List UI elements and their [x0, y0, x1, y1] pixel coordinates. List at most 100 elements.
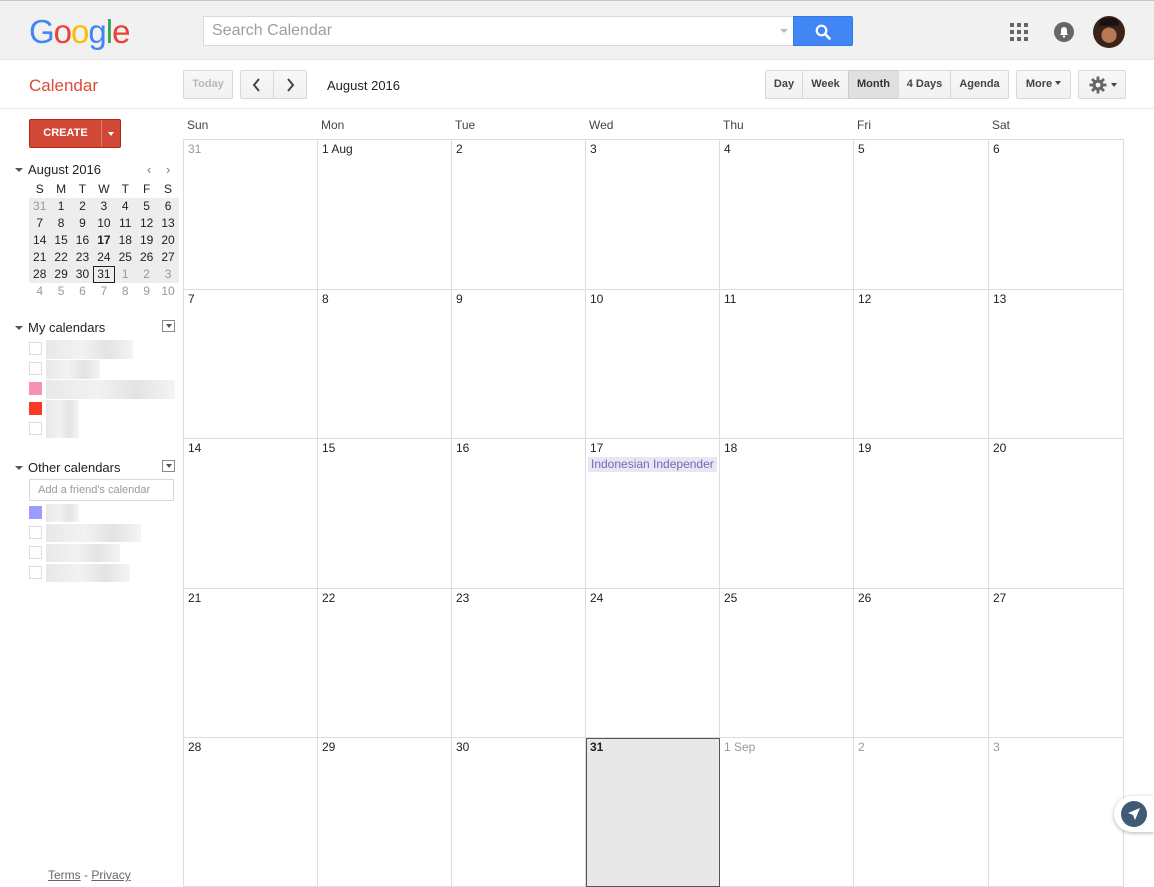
- day-number[interactable]: 16: [456, 441, 469, 455]
- day-number[interactable]: 13: [993, 292, 1006, 306]
- mini-day[interactable]: 4: [115, 198, 136, 215]
- other-calendars-menu-chevron-down-icon[interactable]: [162, 460, 175, 472]
- mini-day[interactable]: 4: [29, 283, 50, 300]
- day-number[interactable]: 4: [724, 142, 731, 156]
- mini-day[interactable]: 9: [72, 215, 93, 232]
- day-number[interactable]: 22: [322, 591, 335, 605]
- day-number[interactable]: 18: [724, 441, 737, 455]
- mini-day[interactable]: 5: [136, 198, 157, 215]
- day-number[interactable]: 3: [590, 142, 597, 156]
- day-number[interactable]: 25: [724, 591, 737, 605]
- search-input[interactable]: [204, 17, 764, 45]
- add-friend-calendar-input[interactable]: [29, 479, 174, 501]
- mini-day[interactable]: 6: [72, 283, 93, 300]
- day-cell[interactable]: 17 Indonesian Independer: [586, 439, 720, 589]
- day-cell[interactable]: 23: [452, 589, 586, 738]
- day-cell[interactable]: 24: [586, 589, 720, 738]
- day-number[interactable]: 15: [322, 441, 335, 455]
- mini-day[interactable]: 24: [93, 249, 114, 266]
- day-number[interactable]: 11: [724, 292, 736, 306]
- avatar[interactable]: [1093, 16, 1125, 48]
- other-calendars-header[interactable]: Other calendars: [15, 460, 175, 476]
- day-cell[interactable]: 1 Sep: [720, 738, 854, 887]
- day-cell[interactable]: 3: [586, 140, 720, 290]
- notifications-bell-icon[interactable]: [1054, 22, 1074, 42]
- day-cell[interactable]: 26: [854, 589, 989, 738]
- day-cell[interactable]: 5: [854, 140, 989, 290]
- day-cell[interactable]: 6: [989, 140, 1124, 290]
- day-number[interactable]: 7: [188, 292, 195, 306]
- day-cell[interactable]: 20: [989, 439, 1124, 589]
- day-number[interactable]: 3: [993, 740, 1000, 754]
- day-cell[interactable]: 21: [184, 589, 318, 738]
- mini-day[interactable]: 2: [136, 266, 157, 283]
- previous-button[interactable]: [240, 70, 274, 99]
- mini-day[interactable]: 8: [50, 215, 71, 232]
- day-cell[interactable]: 13: [989, 290, 1124, 439]
- mini-day[interactable]: 1: [115, 266, 136, 283]
- mini-day[interactable]: 18: [115, 232, 136, 249]
- day-number[interactable]: 27: [993, 591, 1006, 605]
- day-number[interactable]: 24: [590, 591, 603, 605]
- calendar-color-checkbox[interactable]: [29, 526, 42, 539]
- my-calendars-menu-chevron-down-icon[interactable]: [162, 320, 175, 332]
- day-cell[interactable]: 12: [854, 290, 989, 439]
- day-cell[interactable]: 9: [452, 290, 586, 439]
- day-cell[interactable]: 28: [184, 738, 318, 887]
- day-number[interactable]: 19: [858, 441, 871, 455]
- floating-action-button[interactable]: [1114, 796, 1154, 832]
- mini-day[interactable]: 9: [136, 283, 157, 300]
- event-chip[interactable]: Indonesian Independer: [588, 457, 717, 472]
- more-button[interactable]: More: [1016, 70, 1071, 99]
- mini-day[interactable]: 20: [157, 232, 178, 249]
- calendar-color-checkbox[interactable]: [29, 546, 42, 559]
- calendar-color-checkbox[interactable]: [29, 506, 42, 519]
- mini-day[interactable]: 10: [157, 283, 178, 300]
- view-agenda-button[interactable]: Agenda: [950, 70, 1009, 99]
- day-cell[interactable]: 11: [720, 290, 854, 439]
- day-number[interactable]: 2: [858, 740, 865, 754]
- mini-day[interactable]: 28: [29, 266, 50, 283]
- day-number[interactable]: 21: [188, 591, 201, 605]
- day-cell[interactable]: 30: [452, 738, 586, 887]
- day-cell[interactable]: 2: [452, 140, 586, 290]
- mini-day[interactable]: 1: [50, 198, 71, 215]
- mini-day[interactable]: 8: [115, 283, 136, 300]
- mini-day[interactable]: 12: [136, 215, 157, 232]
- mini-day[interactable]: 15: [50, 232, 71, 249]
- mini-next-chevron-right-icon[interactable]: ›: [166, 162, 170, 177]
- apps-grid-icon[interactable]: [1010, 23, 1028, 41]
- mini-day[interactable]: 2: [72, 198, 93, 215]
- day-number[interactable]: 28: [188, 740, 201, 754]
- mini-day[interactable]: 7: [29, 215, 50, 232]
- collapse-triangle-icon[interactable]: [15, 326, 23, 330]
- calendar-color-checkbox[interactable]: [29, 402, 42, 415]
- day-cell[interactable]: 7: [184, 290, 318, 439]
- day-number[interactable]: 17: [590, 441, 603, 455]
- view-month-button[interactable]: Month: [848, 70, 899, 99]
- day-cell[interactable]: 29: [318, 738, 452, 887]
- settings-button[interactable]: [1078, 70, 1126, 99]
- create-options-chevron-down-icon[interactable]: [108, 132, 114, 136]
- calendar-color-checkbox[interactable]: [29, 362, 42, 375]
- mini-day[interactable]: 21: [29, 249, 50, 266]
- mini-day[interactable]: 22: [50, 249, 71, 266]
- day-number[interactable]: 1 Sep: [724, 740, 755, 754]
- calendar-color-checkbox[interactable]: [29, 342, 42, 355]
- privacy-link[interactable]: Privacy: [91, 868, 130, 882]
- day-cell[interactable]: 3: [989, 738, 1124, 887]
- mini-day[interactable]: 3: [93, 198, 114, 215]
- mini-day[interactable]: 3: [157, 266, 178, 283]
- my-calendars-header[interactable]: My calendars: [15, 320, 175, 336]
- collapse-triangle-icon[interactable]: [15, 466, 23, 470]
- mini-day[interactable]: 17: [93, 232, 114, 249]
- mini-day[interactable]: 7: [93, 283, 114, 300]
- mini-day[interactable]: 16: [72, 232, 93, 249]
- search-button[interactable]: [793, 16, 853, 46]
- day-number[interactable]: 2: [456, 142, 463, 156]
- day-cell[interactable]: 27: [989, 589, 1124, 738]
- day-cell[interactable]: 10: [586, 290, 720, 439]
- view-4days-button[interactable]: 4 Days: [898, 70, 951, 99]
- day-cell[interactable]: 31: [586, 738, 720, 887]
- day-number[interactable]: 26: [858, 591, 871, 605]
